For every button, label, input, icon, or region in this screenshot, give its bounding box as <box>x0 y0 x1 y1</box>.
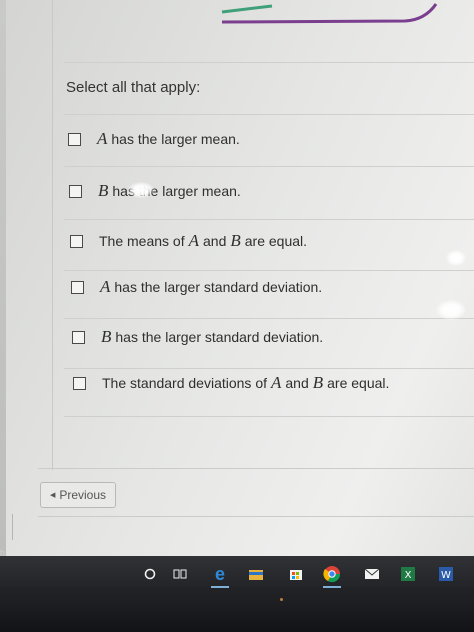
divider <box>64 166 474 167</box>
divider <box>64 219 474 220</box>
previous-label: Previous <box>59 488 107 502</box>
checkbox[interactable] <box>73 376 86 390</box>
checkbox[interactable] <box>72 330 85 344</box>
variable-b: B <box>101 327 112 346</box>
option-means-equal[interactable]: The means of A and B are equal. <box>70 230 307 252</box>
divider <box>64 416 474 417</box>
chrome-icon[interactable] <box>322 564 342 584</box>
edge-icon[interactable]: e <box>210 564 230 584</box>
graph-green-line <box>221 4 273 14</box>
svg-text:X: X <box>405 570 412 581</box>
windows-taskbar: h e X W <box>0 548 474 632</box>
task-view-icon[interactable] <box>170 564 190 584</box>
variable-a: A <box>97 129 108 148</box>
variable-b: B <box>98 181 109 200</box>
option-a-larger-sd[interactable]: A has the larger standard deviation. <box>71 276 322 298</box>
divider <box>64 368 474 369</box>
option-a-larger-mean[interactable]: A has the larger mean. <box>68 128 240 150</box>
variable-a: A <box>100 277 111 296</box>
variable-a: A <box>271 373 282 392</box>
svg-text:W: W <box>441 570 451 581</box>
indicator-dot <box>280 598 283 601</box>
chevron-left-icon: ◀ <box>49 492 56 499</box>
divider <box>64 114 474 115</box>
option-text: has the larger standard deviation. <box>114 279 323 295</box>
footer-divider <box>38 468 474 469</box>
divider <box>64 62 474 63</box>
mail-icon[interactable] <box>362 564 382 584</box>
question-prompt: Select all that apply: <box>66 79 201 96</box>
option-sds-equal[interactable]: The standard deviations of A and B are e… <box>73 372 389 394</box>
screen-glare <box>436 300 466 320</box>
word-icon[interactable]: W <box>436 564 456 584</box>
option-text: has the larger mean. <box>111 131 240 147</box>
option-text-post: are equal. <box>327 375 390 391</box>
variable-a: A <box>188 231 199 250</box>
footer-divider <box>38 516 474 517</box>
option-text: has the larger standard deviation. <box>115 329 324 345</box>
screen-glare <box>446 250 466 266</box>
variable-b: B <box>230 231 241 250</box>
variable-b: B <box>312 373 324 392</box>
divider <box>64 318 474 319</box>
scroll-edge <box>12 514 13 540</box>
option-text-pre: The means of <box>99 233 185 249</box>
checkbox[interactable] <box>70 234 83 248</box>
file-explorer-icon[interactable] <box>246 564 266 584</box>
store-icon[interactable] <box>286 564 306 584</box>
divider <box>64 270 474 271</box>
active-indicator <box>211 586 229 588</box>
active-indicator <box>323 586 341 588</box>
option-b-larger-sd[interactable]: B has the larger standard deviation. <box>72 326 323 348</box>
option-text-mid: and <box>285 375 309 391</box>
option-text-pre: The standard deviations of <box>102 375 267 391</box>
option-text-mid: and <box>203 233 227 249</box>
graph-partial <box>170 0 450 30</box>
checkbox[interactable] <box>69 184 82 198</box>
checkbox[interactable] <box>71 280 84 294</box>
previous-button[interactable]: ◀ Previous <box>40 482 116 508</box>
excel-icon[interactable]: X <box>398 564 418 584</box>
search-box-edge[interactable]: h <box>0 548 10 562</box>
cortana-circle-icon[interactable] <box>140 564 160 584</box>
checkbox[interactable] <box>68 132 81 146</box>
option-text-post: are equal. <box>244 233 308 249</box>
screen-glare <box>128 182 154 198</box>
option-b-larger-mean[interactable]: B has the larger mean. <box>69 180 241 202</box>
screen: Select all that apply: A has the larger … <box>0 0 474 556</box>
sidebar-edge <box>0 0 6 556</box>
